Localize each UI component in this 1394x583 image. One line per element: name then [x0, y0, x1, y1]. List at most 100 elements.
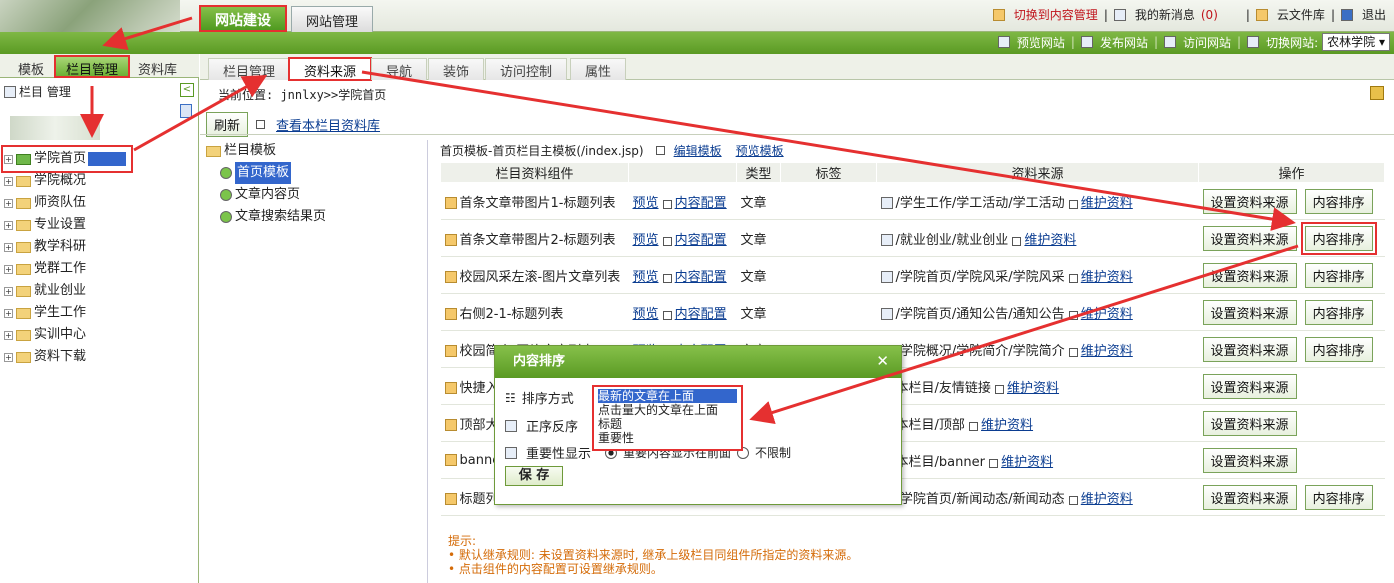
site-select[interactable]: 农林学院 ▾: [1322, 33, 1390, 51]
grid-icon[interactable]: [180, 104, 192, 118]
expand-icon[interactable]: +: [4, 198, 13, 208]
sort-option[interactable]: 重要性: [598, 431, 737, 445]
message-count: (0): [1200, 7, 1218, 22]
maintain-link[interactable]: 维护资料: [981, 418, 1033, 433]
set-source-button[interactable]: 设置资料来源: [1202, 225, 1297, 251]
tab-navigation[interactable]: 导航: [371, 58, 428, 80]
tree-item[interactable]: + 党群工作: [4, 258, 130, 280]
content-sort-button[interactable]: 内容排序: [1300, 221, 1377, 255]
set-source-button[interactable]: 设置资料来源: [1202, 188, 1297, 214]
source-path: /学院首页/学院风采/学院风采: [895, 269, 1065, 285]
tag-cell: [780, 219, 877, 257]
maintain-link[interactable]: 维护资料: [1001, 455, 1053, 470]
tab-properties[interactable]: 属性: [570, 58, 627, 80]
template-item[interactable]: 文章搜索结果页: [206, 206, 427, 228]
set-source-button[interactable]: 设置资料来源: [1202, 447, 1297, 473]
template-root: 栏目模板: [206, 140, 427, 162]
tab-decoration[interactable]: 装饰: [428, 58, 485, 80]
tree-label: 党群工作: [34, 261, 87, 276]
edit-template-link[interactable]: 编辑模板: [674, 142, 722, 159]
content-sort-button[interactable]: 内容排序: [1304, 484, 1373, 510]
content-config-link[interactable]: 内容配置: [675, 270, 727, 285]
cloud-files-link[interactable]: 云文件库: [1277, 6, 1325, 23]
tree-label: 学院概况: [34, 173, 87, 188]
expand-icon[interactable]: +: [4, 176, 13, 186]
content-sort-button[interactable]: 内容排序: [1304, 188, 1373, 214]
tree-item[interactable]: + 学院概况: [4, 170, 130, 192]
tree-item[interactable]: + 学生工作: [4, 302, 130, 324]
set-source-button[interactable]: 设置资料来源: [1202, 336, 1297, 362]
expand-icon[interactable]: +: [4, 286, 13, 296]
tree-item-home[interactable]: + 学院首页: [0, 145, 134, 173]
maintain-link[interactable]: 维护资料: [1081, 492, 1133, 507]
expand-icon[interactable]: +: [4, 220, 13, 230]
tree-label: 实训中心: [34, 327, 87, 342]
tree-item[interactable]: + 专业设置: [4, 214, 130, 236]
tree-item[interactable]: + 师资队伍: [4, 192, 130, 214]
content-config-link[interactable]: 内容配置: [675, 196, 727, 211]
switch-content-link[interactable]: 切换到内容管理: [1014, 6, 1098, 23]
content-sort-button[interactable]: 内容排序: [1304, 299, 1373, 325]
visit-site-button[interactable]: 访问网站: [1183, 34, 1231, 51]
template-item[interactable]: 文章内容页: [206, 184, 427, 206]
source-path: /就业创业/就业创业: [895, 232, 1009, 248]
content-sort-button[interactable]: 内容排序: [1304, 336, 1373, 362]
logout-link[interactable]: 退出: [1362, 6, 1386, 23]
home-icon: [16, 153, 31, 165]
save-button[interactable]: 保 存: [505, 466, 563, 486]
tab-site-build[interactable]: 网站建设: [199, 5, 287, 32]
collapse-button[interactable]: <: [180, 83, 194, 97]
maintain-link[interactable]: 维护资料: [1081, 270, 1133, 285]
sort-option[interactable]: 最新的文章在上面: [598, 389, 737, 403]
tab-site-manage[interactable]: 网站管理: [291, 6, 374, 32]
tree-item[interactable]: + 就业创业: [4, 280, 130, 302]
sort-option[interactable]: 点击量大的文章在上面: [598, 403, 737, 417]
preview-template-link[interactable]: 预览模板: [736, 142, 784, 159]
expand-icon[interactable]: +: [4, 242, 13, 252]
tree-item[interactable]: + 资料下载: [4, 346, 130, 368]
tab-data-source[interactable]: 资料来源: [288, 57, 373, 81]
expand-icon[interactable]: +: [4, 264, 13, 274]
preview-link[interactable]: 预览: [633, 307, 659, 322]
tab-templates[interactable]: 模板: [6, 57, 56, 78]
maintain-link[interactable]: 维护资料: [1081, 196, 1133, 211]
tip-text: 默认继承规则: 未设置资料来源时, 继承上级栏目同组件所指定的资料来源。: [458, 548, 859, 562]
folder-icon: [16, 219, 31, 231]
tab-library[interactable]: 资料库: [126, 57, 189, 78]
tab-column[interactable]: 栏目管理: [208, 58, 291, 80]
tab-column-manage[interactable]: 栏目管理: [54, 55, 131, 78]
publish-site-button[interactable]: 发布网站: [1100, 34, 1148, 51]
tree-item[interactable]: + 教学科研: [4, 236, 130, 258]
set-source-button[interactable]: 设置资料来源: [1202, 299, 1297, 325]
maintain-link[interactable]: 维护资料: [1007, 381, 1059, 396]
up-arrow-icon[interactable]: [1370, 86, 1384, 100]
maintain-link[interactable]: 维护资料: [1081, 307, 1133, 322]
content-sort-button[interactable]: 内容排序: [1304, 262, 1373, 288]
content-config-link[interactable]: 内容配置: [675, 233, 727, 248]
expand-icon[interactable]: +: [4, 308, 13, 318]
tab-access-control[interactable]: 访问控制: [485, 58, 568, 80]
preview-link[interactable]: 预览: [633, 233, 659, 248]
expand-icon[interactable]: +: [4, 330, 13, 340]
tree-item[interactable]: + 实训中心: [4, 324, 130, 346]
close-icon[interactable]: ✕: [876, 352, 889, 370]
expand-icon[interactable]: +: [4, 352, 13, 362]
set-source-button[interactable]: 设置资料来源: [1202, 373, 1297, 399]
preview-site-button[interactable]: 预览网站: [1017, 34, 1065, 51]
expand-icon[interactable]: +: [4, 154, 13, 164]
content-config-link[interactable]: 内容配置: [675, 307, 727, 322]
maintain-link[interactable]: 维护资料: [1024, 233, 1076, 248]
set-source-button[interactable]: 设置资料来源: [1202, 410, 1297, 436]
template-item-home[interactable]: 首页模板: [206, 162, 427, 184]
maintain-link[interactable]: 维护资料: [1081, 344, 1133, 359]
template-icon: [220, 167, 232, 179]
set-source-button[interactable]: 设置资料来源: [1202, 484, 1297, 510]
sort-method-listbox[interactable]: 最新的文章在上面 点击量大的文章在上面 标题 重要性: [592, 385, 743, 451]
view-library-link[interactable]: 查看本栏目资料库: [276, 115, 380, 134]
preview-link[interactable]: 预览: [633, 270, 659, 285]
my-messages-link[interactable]: 我的新消息: [1135, 6, 1195, 23]
sort-option[interactable]: 标题: [598, 417, 737, 431]
set-source-button[interactable]: 设置资料来源: [1202, 262, 1297, 288]
preview-link[interactable]: 预览: [633, 196, 659, 211]
actions-cell: 设置资料来源 内容排序: [1198, 330, 1385, 368]
